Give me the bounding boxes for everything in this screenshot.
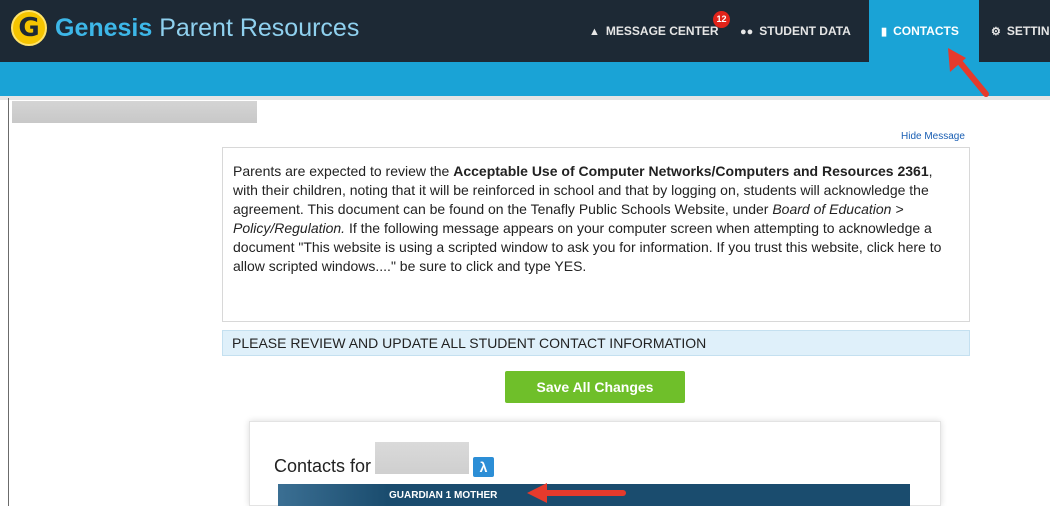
- top-navigation: G Genesis Parent Resources ▲ MESSAGE CENT…: [0, 0, 1050, 62]
- hide-message-link[interactable]: Hide Message: [901, 131, 965, 142]
- genesis-logo-icon[interactable]: G: [11, 10, 47, 46]
- redacted-user-name: [12, 101, 257, 123]
- page: G Genesis Parent Resources ▲ MESSAGE CENT…: [0, 0, 1050, 506]
- redacted-student-name: [375, 442, 469, 474]
- guardian-label: GUARDIAN 1 MOTHER: [389, 490, 498, 501]
- unread-badge: 12: [713, 11, 730, 28]
- home-icon: ▲: [589, 26, 600, 38]
- policy-message: Parents are expected to review the Accep…: [222, 147, 970, 322]
- users-icon: ●●: [740, 26, 754, 38]
- left-border: [8, 98, 9, 506]
- book-icon: ▮: [881, 26, 888, 38]
- app-title: Genesis Parent Resources: [55, 14, 360, 42]
- review-banner: PLEASE REVIEW AND UPDATE ALL STUDENT CON…: [222, 330, 970, 356]
- contacts-title: Contacts for: [274, 456, 372, 476]
- divider: [0, 96, 1050, 100]
- annotation-arrow-contacts: [948, 48, 989, 97]
- nav-settings[interactable]: ⚙ SETTIN: [991, 0, 1050, 62]
- annotation-arrow-guardian: [527, 483, 626, 503]
- pdf-icon[interactable]: λ: [473, 457, 494, 477]
- sub-header-bar: [0, 62, 1050, 96]
- policy-name: Acceptable Use of Computer Networks/Comp…: [453, 163, 929, 179]
- nav-message-center[interactable]: ▲ MESSAGE CENTER 12: [589, 0, 730, 62]
- save-all-changes-button[interactable]: Save All Changes: [505, 371, 685, 403]
- nav-student-data[interactable]: ●● STUDENT DATA: [740, 0, 851, 62]
